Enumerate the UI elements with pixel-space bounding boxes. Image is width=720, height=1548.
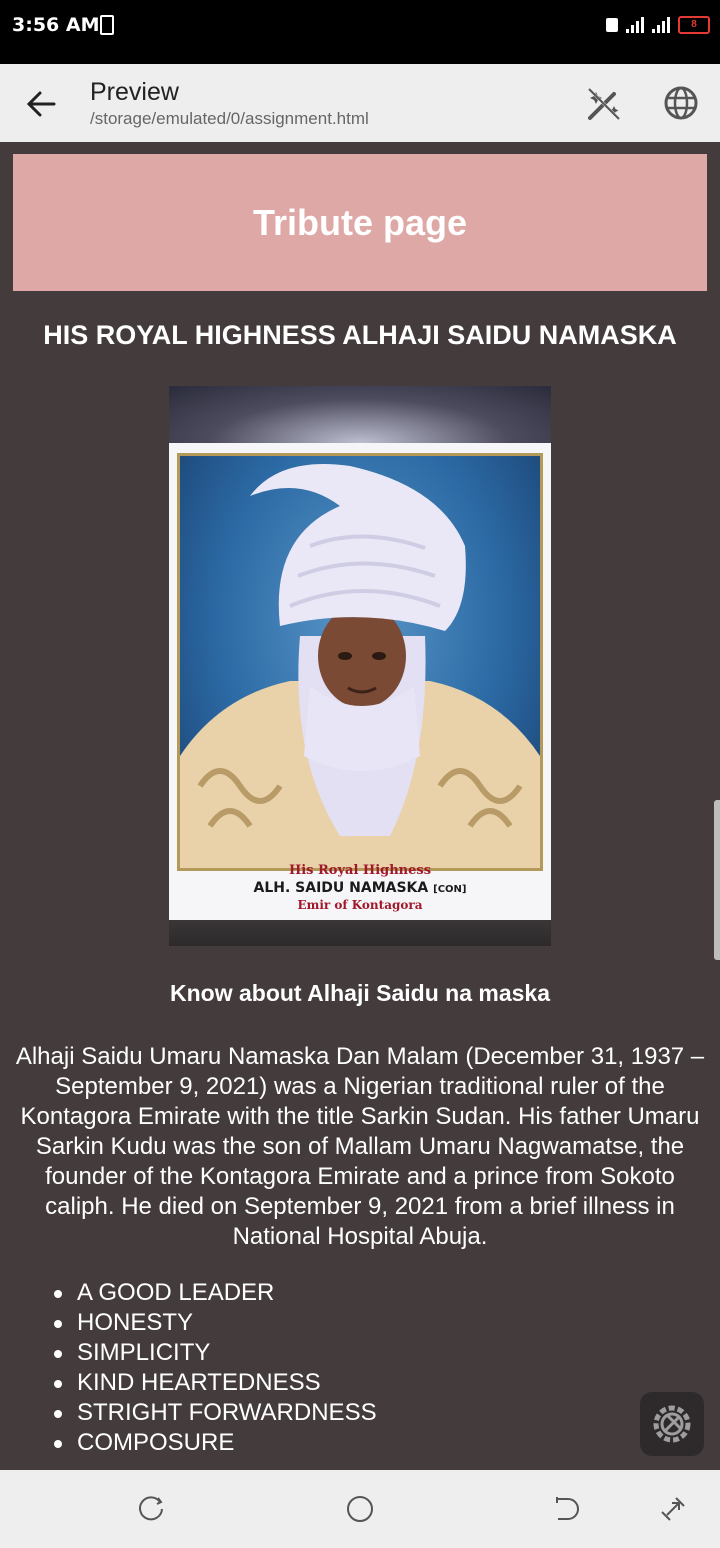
page-heading: HIS ROYAL HIGHNESS ALHAJI SAIDU NAMASKA xyxy=(43,320,677,350)
system-nav-bar xyxy=(0,1470,720,1548)
list-item: KIND HEARTEDNESS xyxy=(54,1368,377,1398)
list-item: HONESTY xyxy=(54,1308,377,1338)
vibrate-icon xyxy=(606,18,618,32)
list-item: STRIGHT FORWARDNESS xyxy=(54,1399,377,1426)
magic-wand-icon[interactable] xyxy=(584,84,624,124)
biography-paragraph: Alhaji Saidu Umaru Namaska Dan Malam (De… xyxy=(15,1043,705,1250)
list-item: SIMPLICITY xyxy=(54,1338,377,1368)
portrait-illustration xyxy=(180,464,540,868)
edge-panel-handle[interactable] xyxy=(714,800,720,960)
banner-title: Tribute page xyxy=(252,201,468,243)
traits-list: A GOOD LEADER HONESTY SIMPLICITY KIND HE… xyxy=(0,1278,377,1458)
list-item: A GOOD LEADER xyxy=(54,1278,377,1308)
home-icon[interactable] xyxy=(345,1494,375,1524)
globe-icon[interactable] xyxy=(662,84,700,122)
tribute-banner: Tribute page xyxy=(13,154,707,291)
app-bar: Preview /storage/emulated/0/assignment.h… xyxy=(0,64,720,142)
notification-icon xyxy=(100,15,114,35)
photo-caption-role: Emir of Kontagora xyxy=(297,898,423,912)
app-title: Preview xyxy=(90,78,179,106)
portrait-frame xyxy=(177,453,543,871)
list-item: COMPOSURE xyxy=(54,1428,377,1458)
photo-card: His Royal Highness ALH. SAIDU NAMASKA [C… xyxy=(169,443,551,920)
recent-apps-icon[interactable] xyxy=(136,1494,166,1524)
photo-caption-name: ALH. SAIDU NAMASKA [CON] xyxy=(169,880,551,896)
file-path: /storage/emulated/0/assignment.html xyxy=(90,109,369,128)
status-bar: 3:56 AM 8 xyxy=(0,0,720,64)
status-icons: 8 xyxy=(606,16,710,34)
photo-caption-name-text: ALH. SAIDU NAMASKA xyxy=(253,880,429,896)
section-subheading: Know about Alhaji Saidu na maska xyxy=(170,980,550,1006)
arrow-left-icon[interactable] xyxy=(22,86,62,122)
gear-icon xyxy=(653,1405,691,1443)
webview-content[interactable]: Tribute page HIS ROYAL HIGHNESS ALHAJI S… xyxy=(0,142,720,1470)
photo-caption-suffix: [CON] xyxy=(433,884,467,895)
back-nav-icon[interactable] xyxy=(552,1494,582,1524)
photo-top-glow xyxy=(169,386,551,443)
status-time: 3:56 AM xyxy=(12,14,100,36)
tribute-photo: His Royal Highness ALH. SAIDU NAMASKA [C… xyxy=(169,386,551,946)
signal-icon-2 xyxy=(652,17,670,33)
photo-bottom-fade xyxy=(169,920,551,946)
rotate-screen-icon[interactable] xyxy=(658,1494,688,1524)
signal-icon xyxy=(626,17,644,33)
photo-caption-title: His Royal Highness xyxy=(288,863,432,878)
settings-fab-button[interactable] xyxy=(640,1392,704,1456)
battery-icon: 8 xyxy=(678,16,710,34)
